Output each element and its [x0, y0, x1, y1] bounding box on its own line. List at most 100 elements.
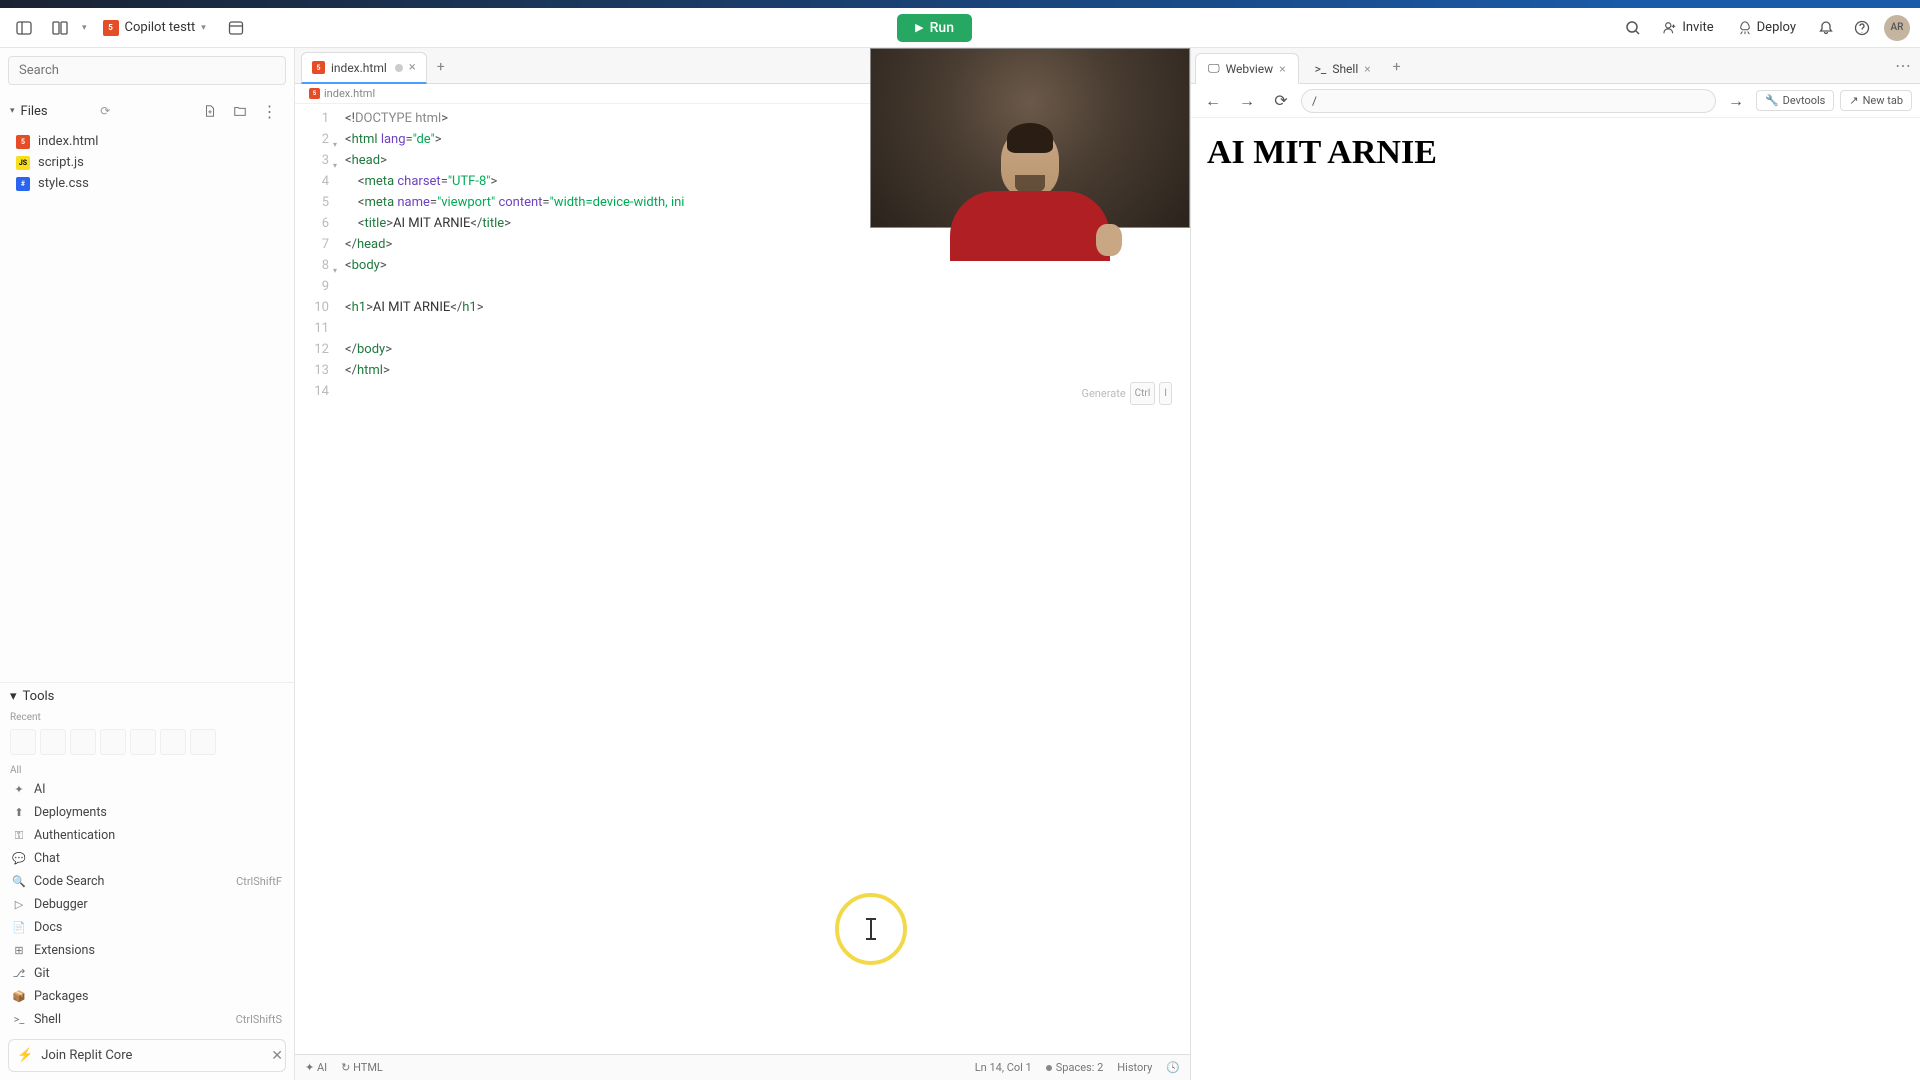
tool-item-debugger[interactable]: ▷Debugger [0, 893, 294, 916]
wrench-icon: 🔧 [1765, 94, 1779, 107]
notifications-button[interactable] [1812, 14, 1840, 42]
tool-item-docs[interactable]: 📄 Docs [0, 916, 294, 939]
external-icon: ↗ [1849, 94, 1858, 107]
tab-close-button[interactable]: × [1279, 62, 1285, 76]
tool-item-ai[interactable]: ✦AI [0, 778, 294, 801]
status-cursor-pos[interactable]: Ln 14, Col 1 [975, 1061, 1032, 1074]
repl-title-badge[interactable]: 5 Copilot testt ▾ [95, 17, 214, 39]
tab-close-button[interactable]: × [1364, 62, 1370, 76]
nav-back-button[interactable]: ← [1199, 87, 1227, 115]
tool-item-authentication[interactable]: ⚿Authentication [0, 824, 294, 847]
preview-viewport[interactable]: AI MIT ARNIE [1191, 118, 1920, 1080]
generate-hint[interactable]: Generate Ctrl I [1081, 382, 1172, 405]
tool-icon: 📄 [12, 921, 26, 935]
toggle-sidebar-button[interactable] [10, 14, 38, 42]
recent-tile[interactable] [130, 729, 156, 755]
user-avatar[interactable]: AR [1884, 15, 1910, 41]
preview-tab-webview[interactable]: 🖵Webview× [1195, 53, 1299, 84]
new-file-button[interactable] [196, 97, 224, 125]
browser-chrome-bar [0, 0, 1920, 8]
tool-shortcut: CtrlShiftS [236, 1013, 282, 1026]
run-button[interactable]: ▶ Run [897, 14, 972, 42]
new-folder-button[interactable] [226, 97, 254, 125]
devtools-button[interactable]: 🔧 Devtools [1756, 90, 1834, 111]
tool-item-code-search[interactable]: 🔍Code SearchCtrlShiftF [0, 870, 294, 893]
tool-label: Packages [34, 989, 88, 1004]
preview-overflow-button[interactable]: ⋯ [1887, 48, 1920, 83]
recent-tile[interactable] [190, 729, 216, 755]
files-refresh-icon[interactable]: ⟳ [100, 104, 110, 118]
tool-item-shell[interactable]: >_ShellCtrlShiftS [0, 1008, 294, 1031]
preview-pane: 🖵Webview×>_Shell×+⋯ ← → ⟳ → 🔧 Devtools ↗… [1190, 48, 1920, 1080]
deploy-label: Deploy [1757, 20, 1796, 35]
tool-item-extensions[interactable]: ⊞Extensions [0, 939, 294, 962]
preview-new-tab-button[interactable]: + [1383, 51, 1411, 83]
invite-label: Invite [1682, 20, 1713, 35]
tool-item-deployments[interactable]: ⬆Deployments [0, 801, 294, 824]
status-ai[interactable]: ✦ AI [305, 1061, 327, 1074]
tool-label: Code Search [34, 874, 104, 889]
split-pane-button[interactable] [46, 14, 74, 42]
tool-label: Deployments [34, 805, 107, 820]
new-tab-button[interactable]: + [427, 51, 455, 83]
status-clock-icon[interactable]: 🕓 [1166, 1061, 1180, 1074]
status-history[interactable]: History [1117, 1061, 1152, 1074]
file-name: style.css [38, 176, 89, 191]
sidebar-search-input[interactable] [8, 56, 286, 85]
files-collapse-icon[interactable]: ▾ [10, 106, 15, 116]
person-add-icon [1663, 21, 1677, 35]
status-language[interactable]: ↻ HTML [341, 1061, 383, 1074]
close-banner-button[interactable]: ✕ [267, 1044, 287, 1068]
status-spaces[interactable]: Spaces: 2 [1046, 1061, 1104, 1074]
file-item-style-css[interactable]: #style.css [0, 173, 294, 194]
recent-tile[interactable] [40, 729, 66, 755]
file-item-index-html[interactable]: 5index.html [0, 131, 294, 152]
nav-reload-button[interactable]: ⟳ [1267, 87, 1295, 115]
tool-icon: ⎇ [12, 967, 26, 981]
recent-tile[interactable] [100, 729, 126, 755]
tab-icon: 🖵 [1208, 61, 1220, 76]
repl-dock-button[interactable] [222, 14, 250, 42]
file-name: index.html [38, 134, 98, 149]
html5-icon: 5 [103, 20, 119, 36]
preview-tab-shell[interactable]: >_Shell× [1303, 55, 1383, 83]
file-item-script-js[interactable]: JSscript.js [0, 152, 294, 173]
layout-chevron-icon[interactable]: ▾ [82, 23, 87, 33]
preview-url-input[interactable] [1301, 89, 1716, 113]
tool-icon: ✦ [12, 783, 26, 797]
tool-item-packages[interactable]: 📦Packages [0, 985, 294, 1008]
files-more-button[interactable]: ⋮ [256, 97, 284, 125]
tool-item-git[interactable]: ⎇Git [0, 962, 294, 985]
deploy-button[interactable]: Deploy [1730, 16, 1804, 39]
help-button[interactable] [1848, 14, 1876, 42]
rocket-icon [1738, 21, 1752, 35]
tab-label: Shell [1332, 62, 1358, 76]
file-name: script.js [38, 155, 84, 170]
top-toolbar: ▾ 5 Copilot testt ▾ ▶ Run Invite Deploy [0, 8, 1920, 48]
sidebar: ▾ Files ⟳ ⋮ 5index.htmlJSscript.js#style… [0, 48, 295, 1080]
html5-icon: 5 [312, 61, 325, 74]
tools-section-label: Tools [23, 689, 55, 704]
preview-url-bar: ← → ⟳ → 🔧 Devtools ↗ New tab [1191, 84, 1920, 118]
tool-icon: ▷ [12, 898, 26, 912]
recent-tile[interactable] [10, 729, 36, 755]
editor-statusbar: ✦ AI ↻ HTML Ln 14, Col 1 Spaces: 2 Histo… [295, 1054, 1190, 1080]
invite-button[interactable]: Invite [1655, 16, 1721, 39]
recent-tile[interactable] [70, 729, 96, 755]
join-replit-core-banner[interactable]: ⚡ Join Replit Core ✕ [8, 1039, 286, 1072]
tool-item-chat[interactable]: 💬Chat [0, 847, 294, 870]
nav-forward-button[interactable]: → [1233, 87, 1261, 115]
webcam-overlay [870, 48, 1190, 228]
repl-name: Copilot testt [125, 20, 196, 35]
recent-tile[interactable] [160, 729, 186, 755]
search-button[interactable] [1619, 14, 1647, 42]
tools-collapse-icon[interactable]: ▾ [10, 689, 17, 704]
new-tab-button[interactable]: ↗ New tab [1840, 90, 1912, 111]
tool-icon: >_ [12, 1013, 26, 1027]
url-go-button[interactable]: → [1722, 87, 1750, 115]
file-list: 5index.htmlJSscript.js#style.css [0, 129, 294, 196]
editor-tab-index-html[interactable]: 5 index.html × [301, 52, 427, 84]
tab-close-button[interactable]: × [409, 60, 416, 75]
tool-label: Docs [34, 920, 62, 935]
tool-icon: 💬 [12, 852, 26, 866]
